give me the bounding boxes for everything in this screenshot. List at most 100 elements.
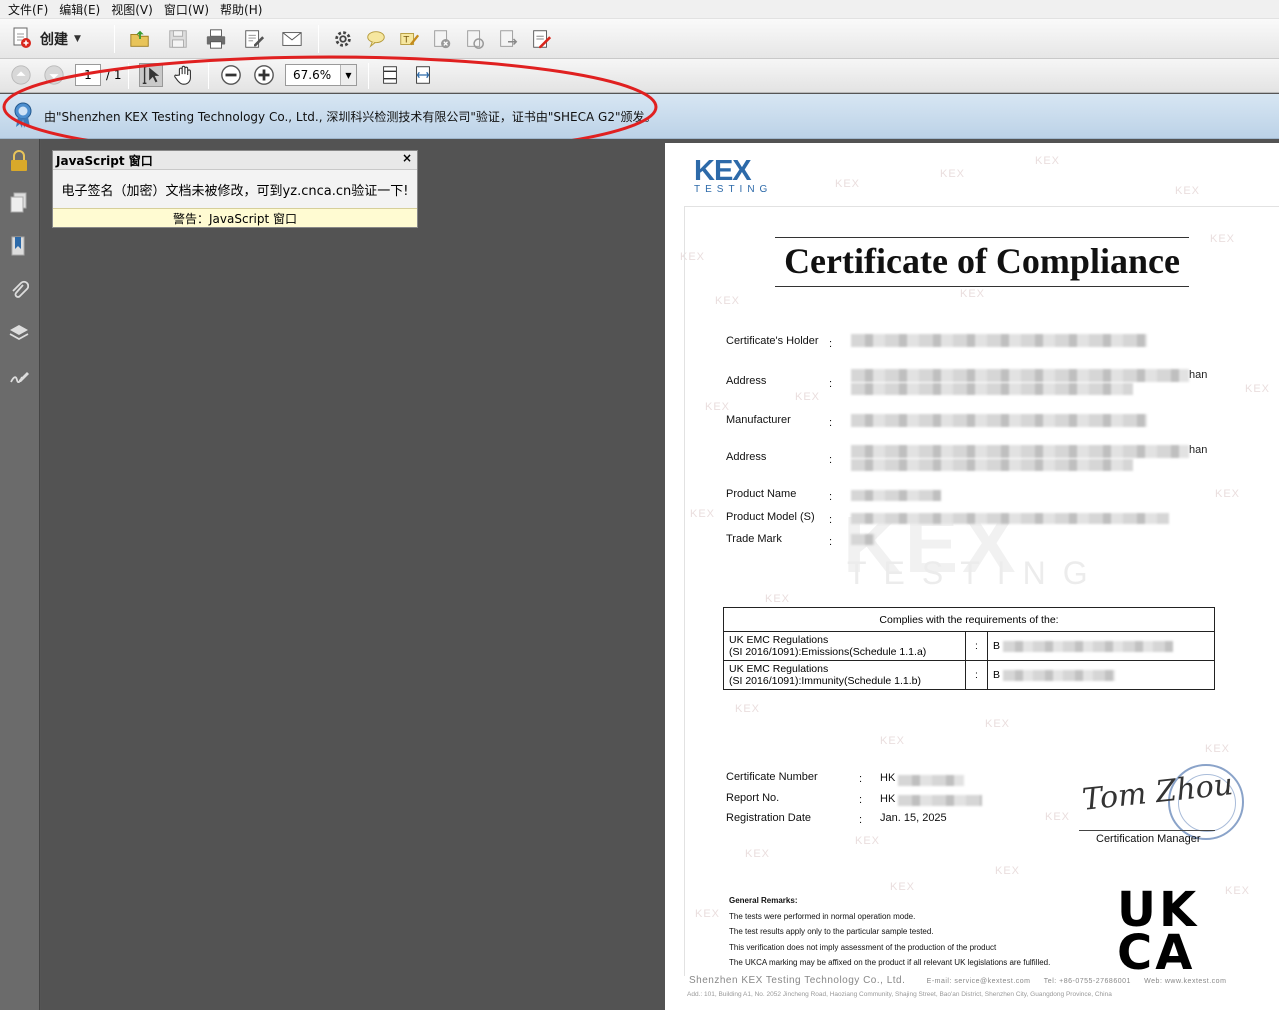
standard-prefix: B [993, 669, 1001, 681]
sign-document-icon [533, 30, 552, 49]
redacted-standard [1002, 669, 1115, 681]
comment-button[interactable] [364, 27, 388, 51]
hand-tool-button[interactable] [172, 63, 196, 87]
certificate-border [684, 206, 1279, 976]
email-button[interactable] [280, 27, 304, 51]
regulation-line2: (SI 2016/1091):Emissions(Schedule 1.1.a) [729, 646, 927, 658]
extract-page-button[interactable] [496, 27, 520, 51]
watermark-text: KEX [1035, 155, 1061, 167]
highlight-text-icon: T [400, 33, 420, 46]
table-row: UK EMC Regulations (SI 2016/1091):Immuni… [723, 660, 1215, 690]
footer-tel: Tel: +86-0755-27686001 [1043, 978, 1131, 985]
close-button[interactable]: × [402, 151, 412, 165]
registration-date-label: Registration Date [726, 812, 811, 824]
redacted-manufacturer [851, 414, 1147, 427]
logo-sub: TESTING [694, 184, 773, 195]
signature-status-text: 由"Shenzhen KEX Testing Technology Co., L… [44, 109, 657, 124]
signature-line [1079, 830, 1215, 831]
dialog-title-bar[interactable]: JavaScript 窗口 × [53, 151, 417, 170]
footer-company: Shenzhen KEX Testing Technology Co., Ltd… [689, 975, 906, 986]
menu-bar: 文件(F) 编辑(E) 视图(V) 窗口(W) 帮助(H) [0, 0, 1279, 19]
colon: : [829, 491, 833, 503]
standard-prefix: B [993, 640, 1001, 652]
regulation-line1: UK EMC Regulations [729, 663, 829, 675]
colon: : [859, 794, 863, 806]
fit-page-icon [383, 66, 397, 84]
layers-icon [9, 325, 29, 341]
envelope-icon [282, 32, 302, 46]
layers-button[interactable] [7, 321, 31, 345]
pages-icon [10, 192, 27, 213]
previous-page-button[interactable] [9, 63, 33, 87]
menu-file[interactable]: 文件(F) [4, 1, 55, 18]
svg-text:T: T [403, 35, 410, 46]
delete-page-button[interactable] [430, 27, 454, 51]
zoom-out-button[interactable] [219, 63, 243, 87]
requirements-table: Complies with the requirements of the: U… [723, 607, 1215, 690]
create-label: 创建 [40, 32, 68, 48]
address2-suffix: han [1189, 444, 1208, 456]
open-folder-icon [130, 30, 149, 47]
regulation-line2: (SI 2016/1091):Immunity(Schedule 1.1.b) [729, 675, 922, 687]
page-total-label: / 1 [106, 68, 122, 82]
redacted-trade-mark [851, 534, 875, 545]
select-tool-button[interactable] [139, 63, 163, 87]
sign-button[interactable] [529, 27, 553, 51]
zoom-in-button[interactable] [252, 63, 276, 87]
dialog-warning: 警告：JavaScript 窗口 [53, 208, 417, 227]
zoom-in-icon [254, 65, 274, 85]
delete-page-icon [434, 30, 451, 49]
extract-page-icon [500, 30, 518, 47]
left-navigation-panel [0, 139, 40, 1010]
menu-window[interactable]: 窗口(W) [160, 1, 216, 18]
edit-document-button[interactable] [242, 27, 266, 51]
footer-contact: Shenzhen KEX Testing Technology Co., Ltd… [689, 975, 1226, 986]
menu-view[interactable]: 视图(V) [107, 1, 160, 18]
open-folder-button[interactable] [128, 27, 152, 51]
redacted-address2-line2 [851, 459, 1133, 471]
redacted-address1-line2 [851, 383, 1133, 395]
save-button[interactable] [166, 27, 190, 51]
footer-web: Web: www.kextest.com [1144, 978, 1227, 985]
edit-document-icon [245, 30, 265, 48]
zoom-out-icon [221, 65, 241, 85]
security-lock-button[interactable] [7, 149, 31, 173]
print-button[interactable] [204, 27, 228, 51]
registration-date: Jan. 15, 2025 [880, 812, 947, 824]
chevron-down-icon[interactable]: ▼ [340, 65, 356, 85]
address1-label: Address [726, 375, 767, 387]
bookmarks-button[interactable] [7, 235, 31, 259]
create-button[interactable]: 创建 ▼ [10, 26, 81, 52]
pdf-page: KEX KEX KEX KEX KEX KEX KEX KEX KEX KEX … [665, 143, 1279, 1010]
fit-page-button[interactable] [378, 63, 402, 87]
general-remarks: General Remarks: The tests were performe… [729, 893, 1050, 971]
menu-help[interactable]: 帮助(H) [216, 1, 269, 18]
redacted-holder [851, 334, 1147, 347]
rotate-page-button[interactable] [463, 27, 487, 51]
signatures-button[interactable] [7, 365, 31, 389]
paperclip-icon [12, 280, 29, 298]
zoom-value: 67.6% [293, 68, 332, 82]
javascript-window-dialog: JavaScript 窗口 × 电子签名（加密）文档未被修改，可到yz.cnca… [52, 150, 418, 228]
attachments-button[interactable] [7, 278, 31, 302]
remark-item: The test results apply only to the parti… [729, 927, 934, 936]
print-icon [206, 29, 226, 49]
holder-label: Certificate's Holder [726, 335, 819, 347]
page-number-input[interactable]: 1 [75, 64, 101, 86]
next-page-button[interactable] [42, 63, 66, 87]
page-thumbnails-button[interactable] [7, 191, 31, 215]
redacted-product-name [851, 490, 941, 501]
save-icon [169, 30, 187, 48]
regulation-cell: UK EMC Regulations (SI 2016/1091):Immuni… [723, 660, 966, 690]
highlight-button[interactable]: T [397, 27, 421, 51]
fit-width-button[interactable] [411, 63, 435, 87]
report-number-prefix: HK [880, 793, 896, 805]
dialog-title: JavaScript 窗口 [56, 153, 153, 168]
trade-mark-label: Trade Mark [726, 533, 782, 545]
address1-suffix: han [1189, 369, 1208, 381]
fit-width-icon [416, 66, 430, 84]
watermark-text: KEX [940, 168, 966, 180]
zoom-select[interactable]: 67.6% ▼ [285, 64, 357, 86]
settings-button[interactable] [331, 27, 355, 51]
menu-edit[interactable]: 编辑(E) [55, 1, 107, 18]
